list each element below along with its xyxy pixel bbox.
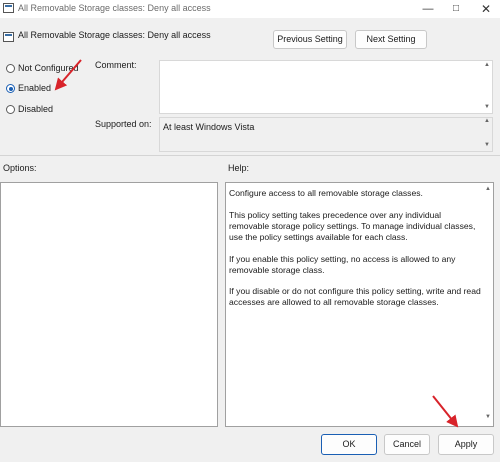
supported-scroll-up-icon[interactable]: ▲ xyxy=(484,118,490,124)
ok-button[interactable]: OK xyxy=(321,434,377,455)
help-scroll-down-icon[interactable]: ▼ xyxy=(485,414,491,420)
supported-on-value: At least Windows Vista xyxy=(163,122,255,132)
help-text: Configure access to all removable storag… xyxy=(229,188,481,319)
enabled-radio[interactable] xyxy=(6,84,15,93)
help-paragraph: If you enable this policy setting, no ac… xyxy=(229,253,456,275)
options-pane xyxy=(0,182,218,427)
window-title: All Removable Storage classes: Deny all … xyxy=(18,3,211,13)
enabled-label[interactable]: Enabled xyxy=(18,83,51,93)
comment-scroll-down-icon[interactable]: ▼ xyxy=(484,104,490,110)
options-label: Options: xyxy=(3,163,37,173)
disabled-radio[interactable] xyxy=(6,105,15,114)
not-configured-radio[interactable] xyxy=(6,64,15,73)
help-paragraph: This policy setting takes precedence ove… xyxy=(229,209,476,242)
comment-label: Comment: xyxy=(95,60,137,70)
disabled-label[interactable]: Disabled xyxy=(18,104,53,114)
title-bar: All Removable Storage classes: Deny all … xyxy=(0,0,500,18)
policy-app-icon xyxy=(3,3,14,13)
divider xyxy=(0,155,500,156)
policy-setting-icon xyxy=(3,32,14,42)
help-scroll-up-icon[interactable]: ▲ xyxy=(485,186,491,192)
cancel-button[interactable]: Cancel xyxy=(384,434,430,455)
supported-on-label: Supported on: xyxy=(95,119,152,129)
help-label: Help: xyxy=(228,163,250,173)
not-configured-label[interactable]: Not Configured xyxy=(18,63,79,73)
comment-scroll-up-icon[interactable]: ▲ xyxy=(484,62,490,68)
supported-scroll-down-icon[interactable]: ▼ xyxy=(484,142,490,148)
next-setting-button[interactable]: Next Setting xyxy=(355,30,427,49)
minimize-button[interactable]: — xyxy=(414,0,442,18)
maximize-button[interactable]: □ xyxy=(442,0,470,18)
help-paragraph: Configure access to all removable storag… xyxy=(229,188,423,198)
apply-button[interactable]: Apply xyxy=(438,434,494,455)
help-paragraph: If you disable or do not configure this … xyxy=(229,286,481,308)
policy-title: All Removable Storage classes: Deny all … xyxy=(18,30,211,40)
comment-textarea[interactable] xyxy=(159,60,493,114)
previous-setting-button[interactable]: Previous Setting xyxy=(273,30,347,49)
close-button[interactable]: ✕ xyxy=(472,0,500,18)
